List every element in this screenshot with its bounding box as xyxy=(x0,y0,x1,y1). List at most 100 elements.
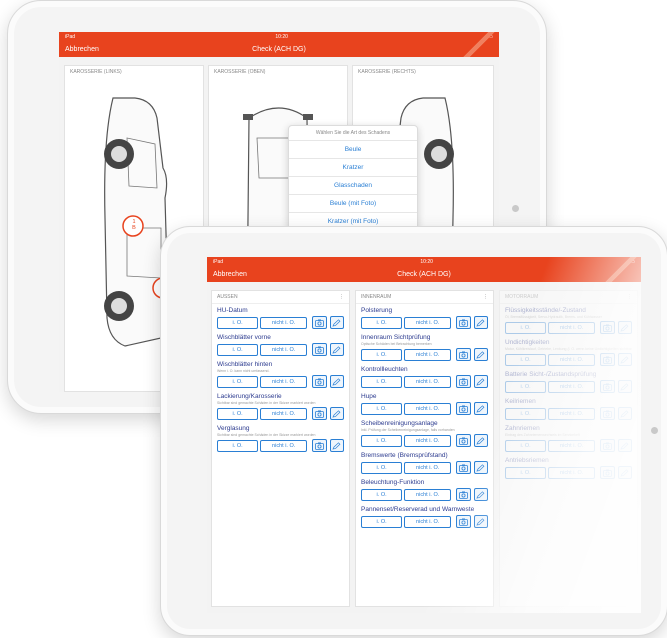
damage-type-popup: Wählen Sie die Art des Schadens Beule Kr… xyxy=(288,125,418,231)
ok-button[interactable]: i. O. xyxy=(505,353,547,366)
camera-icon[interactable] xyxy=(456,402,471,415)
not-ok-button[interactable]: nicht i. O. xyxy=(548,407,596,420)
not-ok-button[interactable]: nicht i. O. xyxy=(404,488,452,501)
camera-icon[interactable] xyxy=(600,380,615,393)
edit-icon[interactable] xyxy=(473,515,489,528)
ok-button[interactable]: i. O. xyxy=(217,439,259,452)
not-ok-button[interactable]: nicht i. O. xyxy=(404,434,452,447)
edit-icon[interactable] xyxy=(329,316,345,329)
edit-icon[interactable] xyxy=(473,402,489,415)
camera-icon[interactable] xyxy=(600,407,615,420)
not-ok-button[interactable]: nicht i. O. xyxy=(548,439,596,452)
edit-icon[interactable] xyxy=(473,488,489,501)
more-vertical-icon[interactable]: ⋮ xyxy=(627,294,632,300)
option-beule[interactable]: Beule xyxy=(289,141,417,159)
camera-icon[interactable] xyxy=(456,515,471,528)
ok-button[interactable]: i. O. xyxy=(505,407,547,420)
not-ok-button[interactable]: nicht i. O. xyxy=(404,348,452,361)
camera-icon[interactable] xyxy=(600,439,615,452)
status-time: 10:20 xyxy=(420,258,433,265)
not-ok-button[interactable]: nicht i. O. xyxy=(548,466,596,479)
edit-icon[interactable] xyxy=(473,316,489,329)
ok-button[interactable]: i. O. xyxy=(217,375,259,388)
not-ok-button[interactable]: nicht i. O. xyxy=(548,321,596,334)
camera-icon[interactable] xyxy=(312,343,327,356)
item-title: Bremswerte (Bremsprüfstand) xyxy=(361,452,448,459)
edit-icon[interactable] xyxy=(329,375,345,388)
camera-icon[interactable] xyxy=(600,466,615,479)
camera-icon[interactable] xyxy=(456,461,471,474)
column-title: AUSSEN xyxy=(217,294,238,300)
edit-icon[interactable] xyxy=(329,407,345,420)
not-ok-button[interactable]: nicht i. O. xyxy=(404,402,452,415)
more-vertical-icon[interactable]: ⋮ xyxy=(483,294,488,300)
option-kratzer[interactable]: Kratzer xyxy=(289,159,417,177)
camera-icon[interactable] xyxy=(312,439,327,452)
edit-icon[interactable] xyxy=(617,321,633,334)
camera-icon[interactable] xyxy=(600,321,615,334)
home-button[interactable] xyxy=(512,205,519,212)
camera-icon[interactable] xyxy=(312,316,327,329)
ok-button[interactable]: i. O. xyxy=(217,343,259,356)
edit-icon[interactable] xyxy=(473,461,489,474)
checklist-item: Scheibenreinigungsanlage Inkl. Prüfung de… xyxy=(356,417,493,449)
not-ok-button[interactable]: nicht i. O. xyxy=(404,375,452,388)
not-ok-button[interactable]: nicht i. O. xyxy=(548,353,596,366)
ok-button[interactable]: i. O. xyxy=(505,380,547,393)
camera-icon[interactable] xyxy=(600,353,615,366)
item-controls: i. O. nicht i. O. xyxy=(217,316,345,329)
item-controls: i. O. nicht i. O. xyxy=(217,375,345,388)
checklist-item: Wischblätter vorne i. O. nicht i. O. xyxy=(212,331,349,358)
not-ok-button[interactable]: nicht i. O. xyxy=(260,375,308,388)
ok-button[interactable]: i. O. xyxy=(361,461,403,474)
item-controls: i. O. nicht i. O. xyxy=(505,321,633,334)
item-note: Öl, Bremsflüssigkeit, Servo-Hydraulik, B… xyxy=(505,315,602,319)
ok-button[interactable]: i. O. xyxy=(361,375,403,388)
ok-button[interactable]: i. O. xyxy=(217,316,259,329)
camera-icon[interactable] xyxy=(456,434,471,447)
not-ok-button[interactable]: nicht i. O. xyxy=(260,316,308,329)
ok-button[interactable]: i. O. xyxy=(361,316,403,329)
ok-button[interactable]: i. O. xyxy=(505,466,547,479)
edit-icon[interactable] xyxy=(473,348,489,361)
ok-button[interactable]: i. O. xyxy=(361,434,403,447)
edit-icon[interactable] xyxy=(617,380,633,393)
checklist-item: Innenraum Sichtprüfung Optische Schäden b… xyxy=(356,331,493,363)
not-ok-button[interactable]: nicht i. O. xyxy=(260,343,308,356)
home-button[interactable] xyxy=(651,427,658,434)
camera-icon[interactable] xyxy=(456,488,471,501)
not-ok-button[interactable]: nicht i. O. xyxy=(260,407,308,420)
edit-icon[interactable] xyxy=(329,439,345,452)
item-title: Beleuchtung-Funktion xyxy=(361,479,425,486)
ok-button[interactable]: i. O. xyxy=(361,515,403,528)
camera-icon[interactable] xyxy=(456,348,471,361)
edit-icon[interactable] xyxy=(473,375,489,388)
camera-icon[interactable] xyxy=(312,407,327,420)
camera-icon[interactable] xyxy=(456,316,471,329)
ok-button[interactable]: i. O. xyxy=(217,407,259,420)
item-title: Undichtigkeiten xyxy=(505,339,550,346)
checklist-item: Keilriemen i. O. nicht i. O. xyxy=(500,395,637,422)
camera-icon[interactable] xyxy=(312,375,327,388)
option-glasschaden[interactable]: Glasschaden xyxy=(289,177,417,195)
edit-icon[interactable] xyxy=(617,466,633,479)
ok-button[interactable]: i. O. xyxy=(361,402,403,415)
ok-button[interactable]: i. O. xyxy=(361,348,403,361)
more-vertical-icon[interactable]: ⋮ xyxy=(339,294,344,300)
ok-button[interactable]: i. O. xyxy=(505,439,547,452)
edit-icon[interactable] xyxy=(617,353,633,366)
ok-button[interactable]: i. O. xyxy=(361,488,403,501)
edit-icon[interactable] xyxy=(617,407,633,420)
damage-marker-1[interactable]: 1 B xyxy=(128,219,140,231)
not-ok-button[interactable]: nicht i. O. xyxy=(260,439,308,452)
edit-icon[interactable] xyxy=(473,434,489,447)
edit-icon[interactable] xyxy=(617,439,633,452)
ok-button[interactable]: i. O. xyxy=(505,321,547,334)
edit-icon[interactable] xyxy=(329,343,345,356)
option-beule-foto[interactable]: Beule (mit Foto) xyxy=(289,195,417,213)
not-ok-button[interactable]: nicht i. O. xyxy=(404,316,452,329)
not-ok-button[interactable]: nicht i. O. xyxy=(404,515,452,528)
camera-icon[interactable] xyxy=(456,375,471,388)
not-ok-button[interactable]: nicht i. O. xyxy=(404,461,452,474)
not-ok-button[interactable]: nicht i. O. xyxy=(548,380,596,393)
